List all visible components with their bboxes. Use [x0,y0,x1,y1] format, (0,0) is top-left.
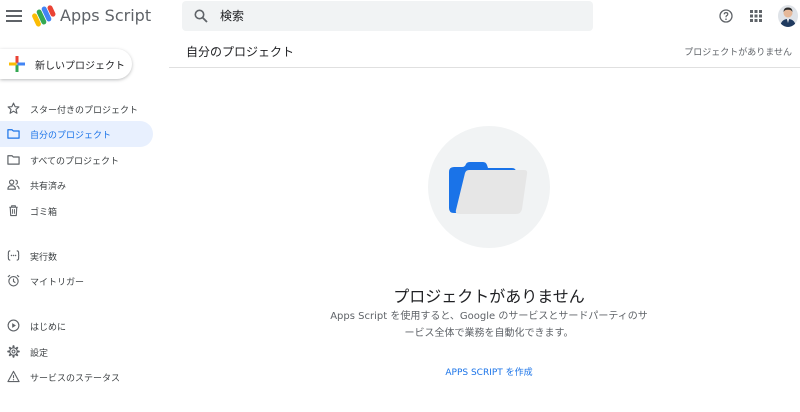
menu-icon[interactable] [6,8,22,22]
play-circle-icon [7,319,20,332]
page-title: 自分のプロジェクト [186,45,295,59]
sidebar-item-label: すべてのプロジェクト [30,157,120,167]
new-project-label: 新しいプロジェクト [35,61,125,72]
people-icon [7,179,20,190]
executions-icon [7,250,20,261]
sidebar-item-shared[interactable]: 共有済み [0,172,153,198]
empty-state-description-line: ービス全体で業務を自動化できます。 [404,328,574,339]
header-divider [169,67,800,68]
app-title: Apps Script [60,6,152,25]
apps-icon[interactable] [749,9,763,23]
sidebar-item-label: 自分のプロジェクト [30,131,112,141]
sidebar-item-my-projects[interactable]: 自分のプロジェクト [0,121,153,147]
gear-icon [7,345,20,358]
search-bar[interactable] [182,1,593,31]
apps-script-logo [32,5,56,27]
new-project-button[interactable]: 新しいプロジェクト [0,49,132,79]
folder-illustration-icon [449,162,528,214]
sidebar-item-label: スター付きのプロジェクト [30,106,139,116]
sidebar-item-label: はじめに [30,323,67,333]
sidebar-item-label: ゴミ箱 [30,208,58,218]
trash-icon [9,205,18,217]
sidebar-item-label: 設定 [30,349,49,359]
sidebar-item-settings[interactable]: 設定 [0,339,153,365]
top-bar: Apps Script [0,0,800,34]
sidebar-item-starred[interactable]: スター付きのプロジェクト [0,96,153,122]
project-status-text: プロジェクトがありません [684,48,792,58]
sidebar-item-triggers[interactable]: マイトリガー [0,268,153,294]
sidebar-item-trash[interactable]: ゴミ箱 [0,198,153,224]
alarm-icon [7,274,20,287]
sidebar-item-label: サービスのステータス [30,374,121,384]
sidebar-item-getting-started[interactable]: はじめに [0,313,153,339]
search-icon[interactable] [194,9,208,23]
empty-state-illustration [428,126,550,248]
sidebar-item-label: マイトリガー [30,278,85,288]
empty-state-title: プロジェクトがありません [393,287,585,306]
help-icon[interactable] [719,9,733,23]
star-icon [7,102,20,114]
sidebar-item-label: 共有済み [30,182,67,192]
sidebar-item-executions[interactable]: 実行数 [0,243,153,269]
sidebar-item-service-status[interactable]: サービスのステータス [0,364,153,390]
sidebar-item-label: 実行数 [30,253,58,263]
warning-icon [7,370,20,383]
avatar[interactable] [778,5,798,27]
empty-state-description-line: Apps Script を使用すると、Google のサービスとサードパーティの… [330,311,648,322]
sidebar-item-all-projects[interactable]: すべてのプロジェクト [0,147,153,173]
folder-icon [7,155,20,165]
search-input[interactable] [220,6,580,26]
empty-state-description: Apps Script を使用すると、Google のサービスとサードパーティの… [329,308,649,342]
folder-icon [7,129,20,139]
create-apps-script-link[interactable]: APPS SCRIPT を作成 [169,365,800,378]
plus-icon [9,56,25,72]
